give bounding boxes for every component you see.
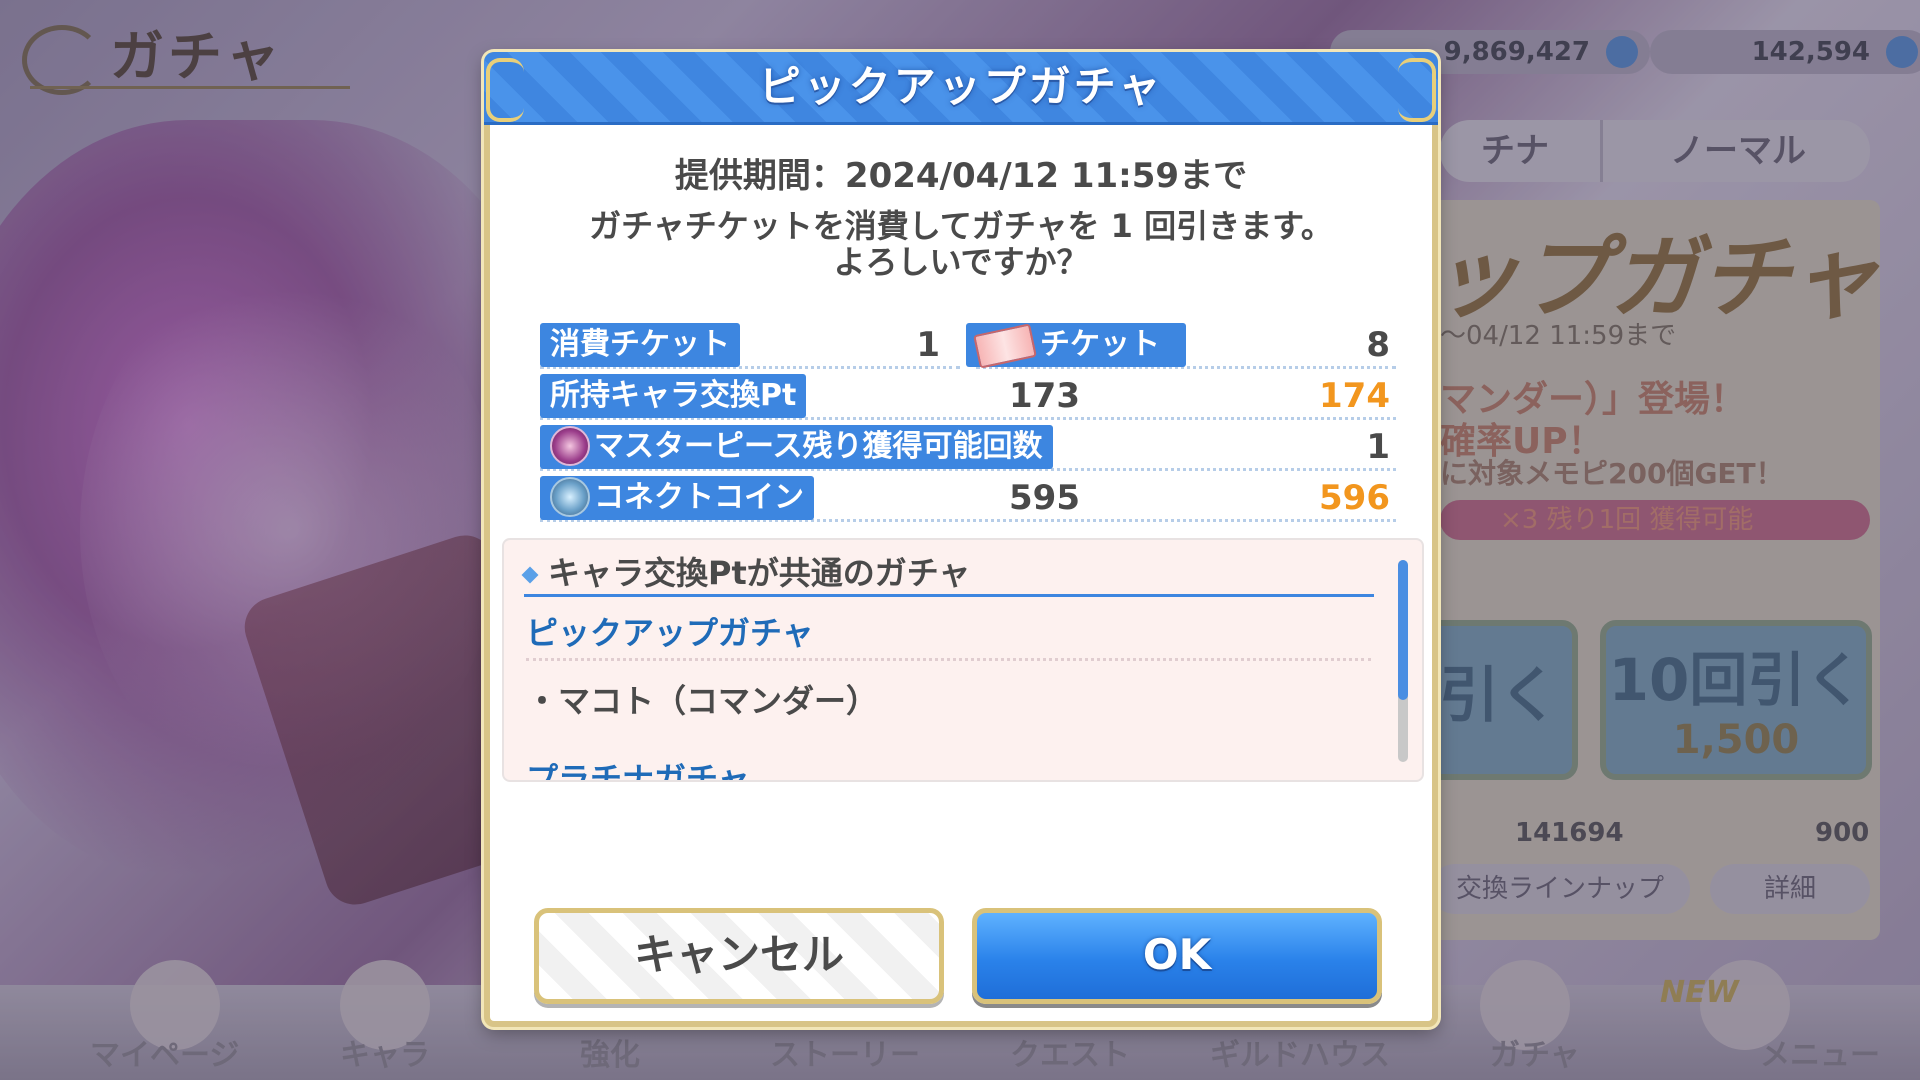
connect-coin-row: コネクトコイン 595 596: [540, 476, 1396, 522]
ok-button[interactable]: OK: [972, 908, 1382, 1004]
connect-coin-before: 595: [1009, 478, 1080, 518]
list-item: ・マコト（コマンダー）: [526, 682, 879, 720]
ticket-icon: [973, 322, 1037, 369]
ticket-row: 消費チケット 1 チケット 8: [540, 322, 1396, 369]
list-header: キャラ交換Ptが共通のガチャ: [521, 548, 970, 594]
consume-ticket-label: 消費チケット: [540, 323, 740, 367]
ticket-label: チケット: [966, 322, 1186, 369]
char-pt-row: 所持キャラ交換Pt 173 174: [540, 374, 1396, 420]
char-pt-before: 173: [1009, 376, 1080, 416]
confirm-message-line1: ガチャチケットを消費してガチャを 1 回引きます。: [589, 207, 1333, 245]
ticket-value: 8: [1366, 325, 1390, 365]
list-section-platinum: プラチナガチャ: [526, 760, 750, 782]
list-header-underline: [524, 594, 1374, 597]
list-section-pickup: ピックアップガチャ: [526, 614, 814, 652]
scrollbar-thumb[interactable]: [1398, 560, 1408, 700]
masterpiece-label: マスターピース残り獲得可能回数: [540, 425, 1053, 469]
shared-pt-gacha-list[interactable]: キャラ交換Ptが共通のガチャ ピックアップガチャ ・マコト（コマンダー） プラチ…: [502, 538, 1424, 782]
connect-coin-label: コネクトコイン: [540, 476, 814, 520]
diamond-bullet-icon: [521, 566, 539, 584]
dialog-title: ピックアップガチャ: [758, 62, 1164, 111]
char-pt-label: 所持キャラ交換Pt: [540, 374, 807, 418]
cancel-button[interactable]: キャンセル: [534, 908, 944, 1004]
masterpiece-row: マスターピース残り獲得可能回数 1: [540, 425, 1396, 471]
coin-icon: [550, 476, 590, 517]
offer-period: 提供期間：2024/04/12 11:59まで: [674, 156, 1248, 196]
dialog-header: ピックアップガチャ: [484, 52, 1438, 125]
list-divider: [526, 658, 1371, 661]
char-pt-after: 174: [1319, 376, 1390, 416]
masterpiece-value: 1: [1366, 427, 1390, 467]
consume-ticket-value: 1: [916, 325, 940, 365]
confirm-message-line2: よろしいですか？: [833, 243, 1089, 281]
confirm-gacha-dialog: ピックアップガチャ 提供期間：2024/04/12 11:59まで ガチャチケッ…: [484, 52, 1438, 1027]
confirm-message: ガチャチケットを消費してガチャを 1 回引きます。 よろしいですか？: [490, 208, 1432, 280]
connect-coin-after: 596: [1319, 478, 1390, 518]
masterpiece-icon: [550, 425, 590, 466]
